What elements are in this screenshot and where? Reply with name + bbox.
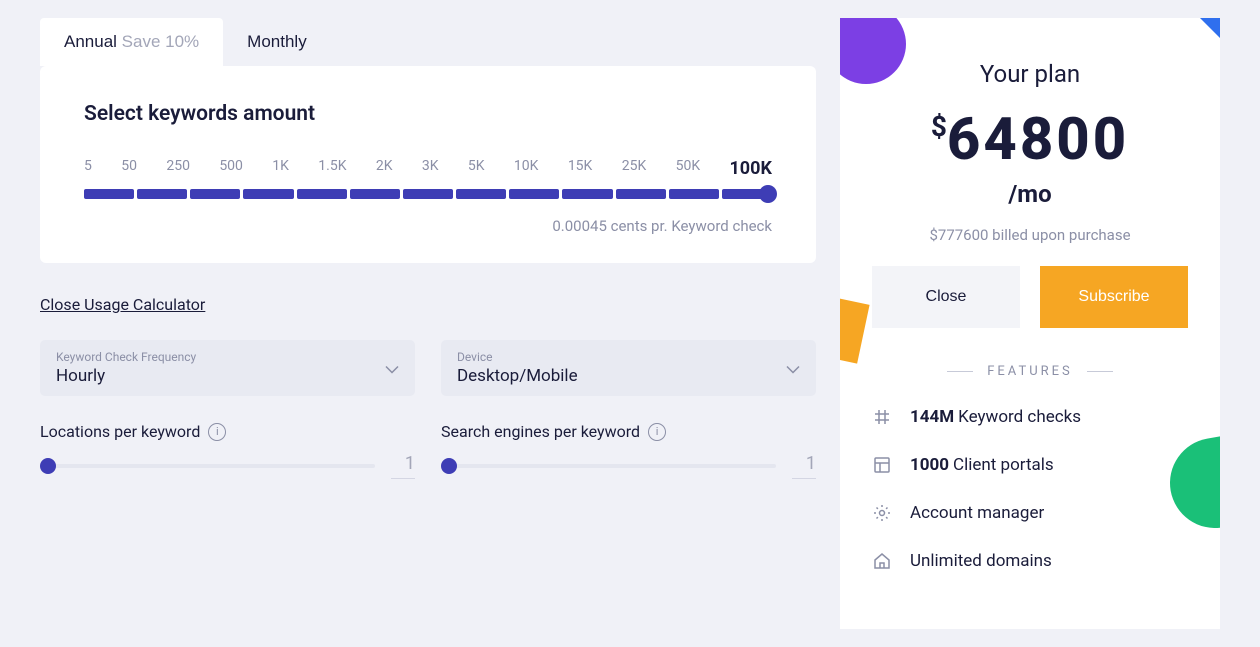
engines-slider-thumb[interactable] (441, 458, 457, 474)
slider-label-11: 25K (622, 158, 647, 179)
small-sliders-row: Locations per keyword i 1 Search engines… (40, 422, 816, 479)
engines-slider[interactable] (441, 464, 776, 468)
layout-icon (872, 455, 892, 475)
feature-text: Account manager (910, 503, 1044, 523)
keywords-card: Select keywords amount 5 50 250 500 1K 1… (40, 66, 816, 263)
tab-annual-save: Save 10% (122, 32, 200, 51)
slider-segment (562, 189, 612, 199)
slider-segment (403, 189, 453, 199)
slider-label-6: 2K (376, 158, 393, 179)
keywords-slider[interactable] (84, 189, 772, 199)
slider-label-12: 50K (676, 158, 701, 179)
device-value: Desktop/Mobile (457, 366, 800, 386)
slider-label-2: 250 (166, 158, 190, 179)
locations-value: 1 (391, 453, 415, 479)
slider-segment (297, 189, 347, 199)
slider-label-8: 5K (468, 158, 485, 179)
locations-slider[interactable] (40, 464, 375, 468)
slider-labels: 5 50 250 500 1K 1.5K 2K 3K 5K 10K 15K 25… (84, 158, 772, 179)
info-icon[interactable]: i (208, 423, 226, 441)
features-header: FEATURES (872, 364, 1188, 379)
slider-label-1: 50 (121, 158, 137, 179)
locations-label-row: Locations per keyword i (40, 422, 415, 441)
chevron-down-icon (786, 359, 800, 378)
plan-title: Your plan (872, 60, 1188, 88)
slider-segment (137, 189, 187, 199)
slider-segment (84, 189, 134, 199)
home-icon (872, 551, 892, 571)
slider-segment (456, 189, 506, 199)
slider-label-4: 1K (272, 158, 289, 179)
slider-label-13: 100K (729, 158, 771, 179)
tab-annual[interactable]: Annual Save 10% (40, 18, 223, 66)
feature-item: 144MKeyword checks (872, 407, 1188, 427)
engines-value: 1 (792, 453, 816, 479)
gear-icon (872, 503, 892, 523)
frequency-label: Keyword Check Frequency (56, 350, 399, 364)
device-label: Device (457, 350, 800, 364)
left-panel: Annual Save 10% Monthly Select keywords … (40, 18, 816, 629)
slider-segment (616, 189, 666, 199)
slider-thumb[interactable] (759, 185, 777, 203)
slider-label-9: 10K (514, 158, 539, 179)
plan-price: $64800 (872, 106, 1188, 174)
slider-label-5: 1.5K (318, 158, 346, 179)
plan-amount: 64800 (947, 106, 1129, 174)
plan-period: /mo (872, 180, 1188, 208)
close-calculator-link[interactable]: Close Usage Calculator (40, 295, 205, 314)
feature-text: 144MKeyword checks (910, 407, 1081, 427)
device-select[interactable]: Device Desktop/Mobile (441, 340, 816, 396)
plan-currency: $ (931, 110, 947, 143)
info-icon[interactable]: i (648, 423, 666, 441)
frequency-value: Hourly (56, 366, 399, 386)
plan-panel: Your plan $64800 /mo $777600 billed upon… (840, 18, 1220, 629)
selects-row: Keyword Check Frequency Hourly Device De… (40, 340, 816, 396)
slider-label-7: 3K (422, 158, 439, 179)
locations-slider-thumb[interactable] (40, 458, 56, 474)
chevron-down-icon (385, 359, 399, 378)
feature-item: 1000Client portals (872, 455, 1188, 475)
decoration-orange (840, 292, 870, 363)
plan-billed: $777600 billed upon purchase (872, 226, 1188, 244)
slider-segment (669, 189, 719, 199)
subscribe-button[interactable]: Subscribe (1040, 266, 1188, 328)
feature-text: 1000Client portals (910, 455, 1054, 475)
decoration-blue (1160, 18, 1220, 78)
slider-label-3: 500 (219, 158, 243, 179)
features-header-text: FEATURES (987, 364, 1073, 379)
slider-segment (350, 189, 400, 199)
billing-tabs: Annual Save 10% Monthly (40, 18, 816, 66)
frequency-select[interactable]: Keyword Check Frequency Hourly (40, 340, 415, 396)
slider-segment (509, 189, 559, 199)
feature-list: 144MKeyword checks 1000Client portals Ac… (872, 407, 1188, 571)
card-title: Select keywords amount (84, 102, 772, 126)
tab-annual-label: Annual (64, 32, 117, 51)
slider-label-10: 15K (568, 158, 593, 179)
slider-segment (243, 189, 293, 199)
feature-item: Account manager (872, 503, 1188, 523)
feature-text: Unlimited domains (910, 551, 1052, 571)
tab-monthly[interactable]: Monthly (223, 18, 331, 66)
price-note: 0.00045 cents pr. Keyword check (84, 217, 772, 235)
slider-label-0: 5 (84, 158, 92, 179)
feature-item: Unlimited domains (872, 551, 1188, 571)
engines-label: Search engines per keyword (441, 422, 640, 441)
locations-label: Locations per keyword (40, 422, 200, 441)
hash-icon (872, 407, 892, 427)
close-button[interactable]: Close (872, 266, 1020, 328)
engines-label-row: Search engines per keyword i (441, 422, 816, 441)
plan-buttons: Close Subscribe (872, 266, 1188, 328)
slider-segment (190, 189, 240, 199)
